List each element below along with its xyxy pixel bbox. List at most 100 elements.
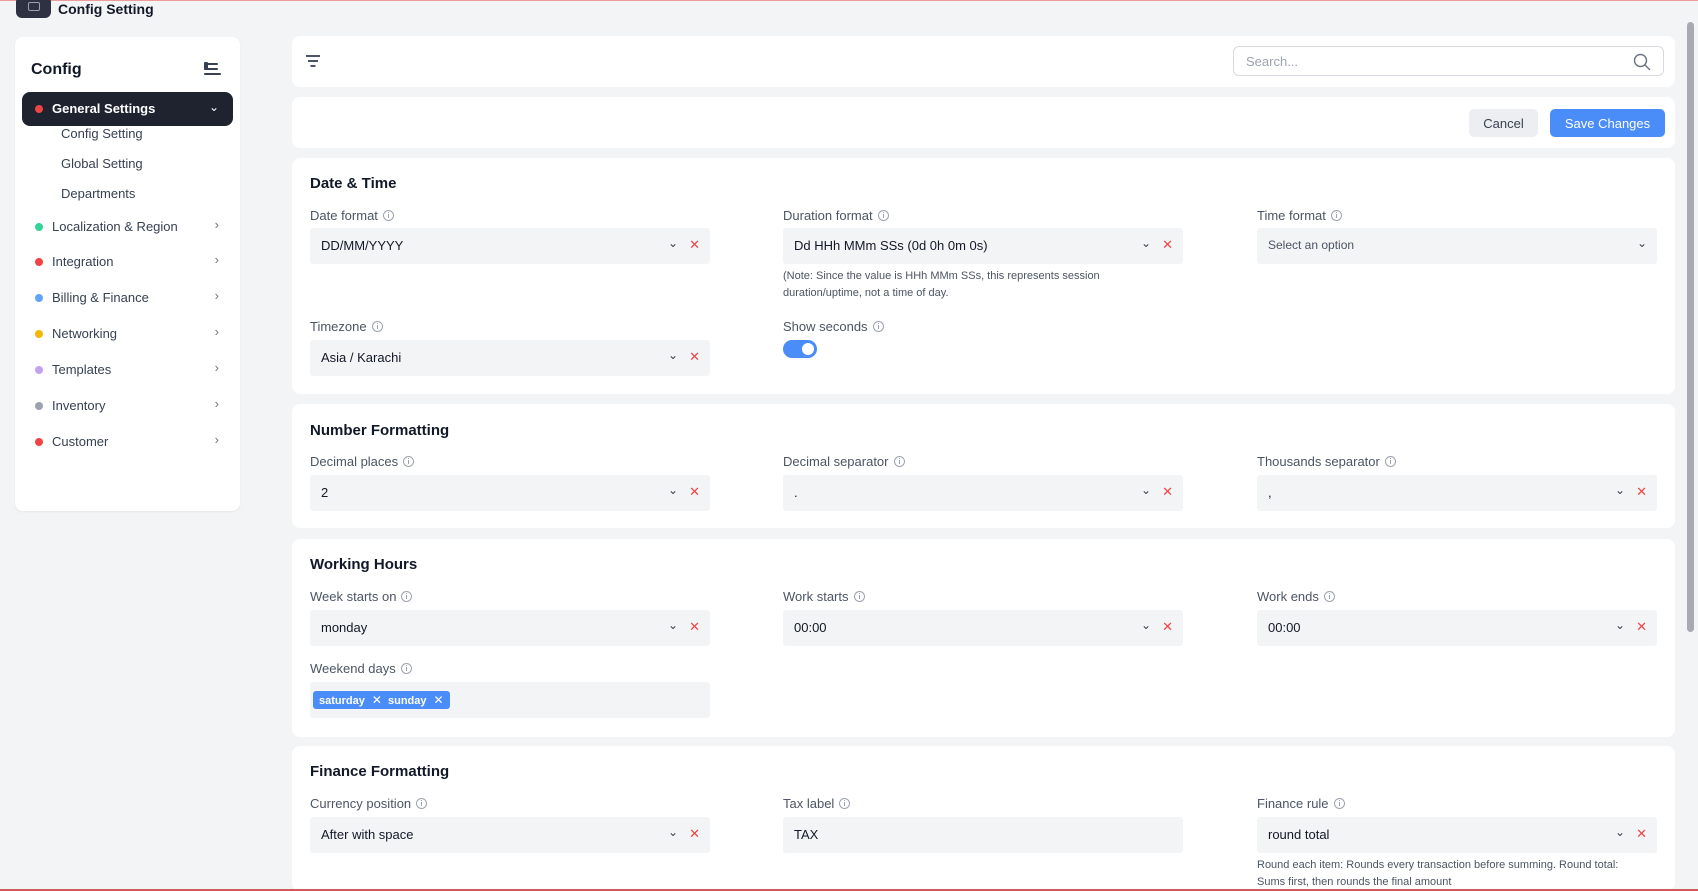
work-starts-select[interactable]: 00:00 ⌄ ✕ — [783, 610, 1183, 646]
field-label: Work starts — [783, 589, 865, 604]
section-title: Number Formatting — [310, 422, 450, 439]
search-box — [1233, 46, 1664, 76]
field-label: Weekend days — [310, 661, 412, 676]
sidebar-item-general-settings[interactable]: General Settings ⌄ — [22, 92, 233, 126]
sidebar-item-billing-finance[interactable]: Billing & Finance › — [22, 283, 233, 313]
remove-tag-icon[interactable]: ✕ — [372, 693, 382, 707]
window-top-border — [0, 0, 1698, 1]
sidebar-title: Config — [31, 61, 82, 78]
show-seconds-toggle[interactable] — [783, 340, 817, 358]
date-format-select[interactable]: DD/MM/YYYY ⌄ ✕ — [310, 228, 710, 264]
field-label: Duration format — [783, 208, 889, 223]
thousands-separator-select[interactable]: , ⌄ ✕ — [1257, 475, 1657, 511]
duration-format-select[interactable]: Dd HHh MMm SSs (0d 0h 0m 0s) ⌄ ✕ — [783, 228, 1183, 264]
field-label: Tax label — [783, 796, 851, 811]
working-hours-card: Working Hours Week starts on monday ⌄ ✕ … — [292, 539, 1675, 737]
chevron-right-icon: › — [214, 288, 219, 303]
chevron-right-icon: › — [214, 252, 219, 267]
clear-icon[interactable]: ✕ — [1636, 826, 1647, 842]
vertical-scrollbar[interactable] — [1687, 22, 1694, 632]
chevron-down-icon: ⌄ — [667, 236, 678, 250]
clear-icon[interactable]: ✕ — [689, 826, 700, 842]
select-value: DD/MM/YYYY — [321, 238, 404, 253]
sidebar-item-inventory[interactable]: Inventory › — [22, 391, 233, 421]
weekend-days-multiselect[interactable]: saturday ✕ sunday ✕ — [310, 682, 710, 718]
sidebar-item-label: Templates — [52, 362, 112, 377]
info-icon — [893, 456, 905, 467]
select-value: After with space — [321, 827, 414, 842]
cancel-button[interactable]: Cancel — [1469, 109, 1538, 137]
sidebar-item-localization[interactable]: Localization & Region › — [22, 212, 233, 242]
decimal-places-select[interactable]: 2 ⌄ ✕ — [310, 475, 710, 511]
select-value: Dd HHh MMm SSs (0d 0h 0m 0s) — [794, 238, 988, 253]
clear-icon[interactable]: ✕ — [689, 349, 700, 365]
remove-tag-icon[interactable]: ✕ — [434, 693, 444, 707]
field-label: Timezone — [310, 319, 383, 334]
finance-rule-select[interactable]: round total ⌄ ✕ — [1257, 817, 1657, 853]
sidebar-subitem-config-setting[interactable]: Config Setting — [61, 126, 143, 141]
field-label: Show seconds — [783, 319, 884, 334]
clear-icon[interactable]: ✕ — [1636, 619, 1647, 635]
search-input[interactable] — [1246, 52, 1606, 70]
sidebar-item-label: Networking — [52, 326, 118, 341]
field-label: Finance rule — [1257, 796, 1345, 811]
chevron-right-icon: › — [214, 360, 219, 375]
action-bar: Cancel Save Changes — [292, 97, 1675, 148]
clear-icon[interactable]: ✕ — [689, 237, 700, 253]
info-icon — [416, 798, 428, 809]
sidebar-item-integration[interactable]: Integration › — [22, 247, 233, 277]
select-value: round total — [1268, 827, 1330, 842]
sidebar-subitem-global-setting[interactable]: Global Setting — [61, 156, 143, 171]
clear-icon[interactable]: ✕ — [1636, 484, 1647, 500]
sidebar-item-label: Billing & Finance — [52, 290, 149, 305]
currency-position-select[interactable]: After with space ⌄ ✕ — [310, 817, 710, 853]
section-title: Finance Formatting — [310, 763, 450, 780]
chevron-down-icon: ⌄ — [1614, 618, 1625, 632]
sidebar-item-networking[interactable]: Networking › — [22, 319, 233, 349]
number-formatting-card: Number Formatting Decimal places 2 ⌄ ✕ D… — [292, 404, 1675, 528]
timezone-select[interactable]: Asia / Karachi ⌄ ✕ — [310, 340, 710, 376]
field-label: Thousands separator — [1257, 454, 1396, 469]
duration-note: (Note: Since the value is HHh MMm SSs, t… — [783, 270, 1100, 299]
search-icon[interactable] — [1633, 53, 1651, 71]
decimal-separator-select[interactable]: . ⌄ ✕ — [783, 475, 1183, 511]
select-value: monday — [321, 620, 368, 635]
clear-icon[interactable]: ✕ — [689, 484, 700, 500]
time-format-select[interactable]: Select an option ⌄ — [1257, 228, 1657, 264]
field-label: Decimal places — [310, 454, 415, 469]
select-value: Asia / Karachi — [321, 350, 402, 365]
chevron-down-icon: ⌄ — [667, 348, 678, 362]
status-dot-icon — [35, 366, 43, 374]
field-label: Time format — [1257, 208, 1342, 223]
clear-icon[interactable]: ✕ — [1162, 237, 1173, 253]
chevron-down-icon: ⌄ — [208, 100, 219, 114]
week-starts-select[interactable]: monday ⌄ ✕ — [310, 610, 710, 646]
info-icon — [400, 663, 412, 674]
sidebar-item-templates[interactable]: Templates › — [22, 355, 233, 385]
chevron-down-icon: ⌄ — [667, 618, 678, 632]
status-dot-icon — [35, 330, 43, 338]
filter-icon[interactable] — [305, 55, 321, 67]
sidebar-subitem-departments[interactable]: Departments — [61, 186, 135, 201]
chevron-down-icon: ⌄ — [1140, 483, 1151, 497]
info-icon — [401, 591, 413, 602]
chevron-down-icon: ⌄ — [1140, 236, 1151, 250]
tax-label-input[interactable]: TAX — [783, 817, 1183, 853]
collapse-menu-icon[interactable] — [204, 62, 224, 78]
select-placeholder: Select an option — [1268, 238, 1355, 252]
field-label: Work ends — [1257, 589, 1335, 604]
sidebar-item-label: General Settings — [52, 101, 156, 116]
toolbar — [292, 36, 1675, 87]
work-ends-select[interactable]: 00:00 ⌄ ✕ — [1257, 610, 1657, 646]
clear-icon[interactable]: ✕ — [689, 619, 700, 635]
sidebar-item-customer[interactable]: Customer › — [22, 427, 233, 457]
clear-icon[interactable]: ✕ — [1162, 484, 1173, 500]
field-label: Date format — [310, 208, 394, 223]
save-changes-button[interactable]: Save Changes — [1550, 109, 1665, 137]
clear-icon[interactable]: ✕ — [1162, 619, 1173, 635]
info-icon — [371, 321, 383, 332]
info-icon — [403, 456, 415, 467]
sidebar-item-label: Integration — [52, 254, 114, 269]
chevron-down-icon: ⌄ — [667, 483, 678, 497]
status-dot-icon — [35, 105, 43, 113]
